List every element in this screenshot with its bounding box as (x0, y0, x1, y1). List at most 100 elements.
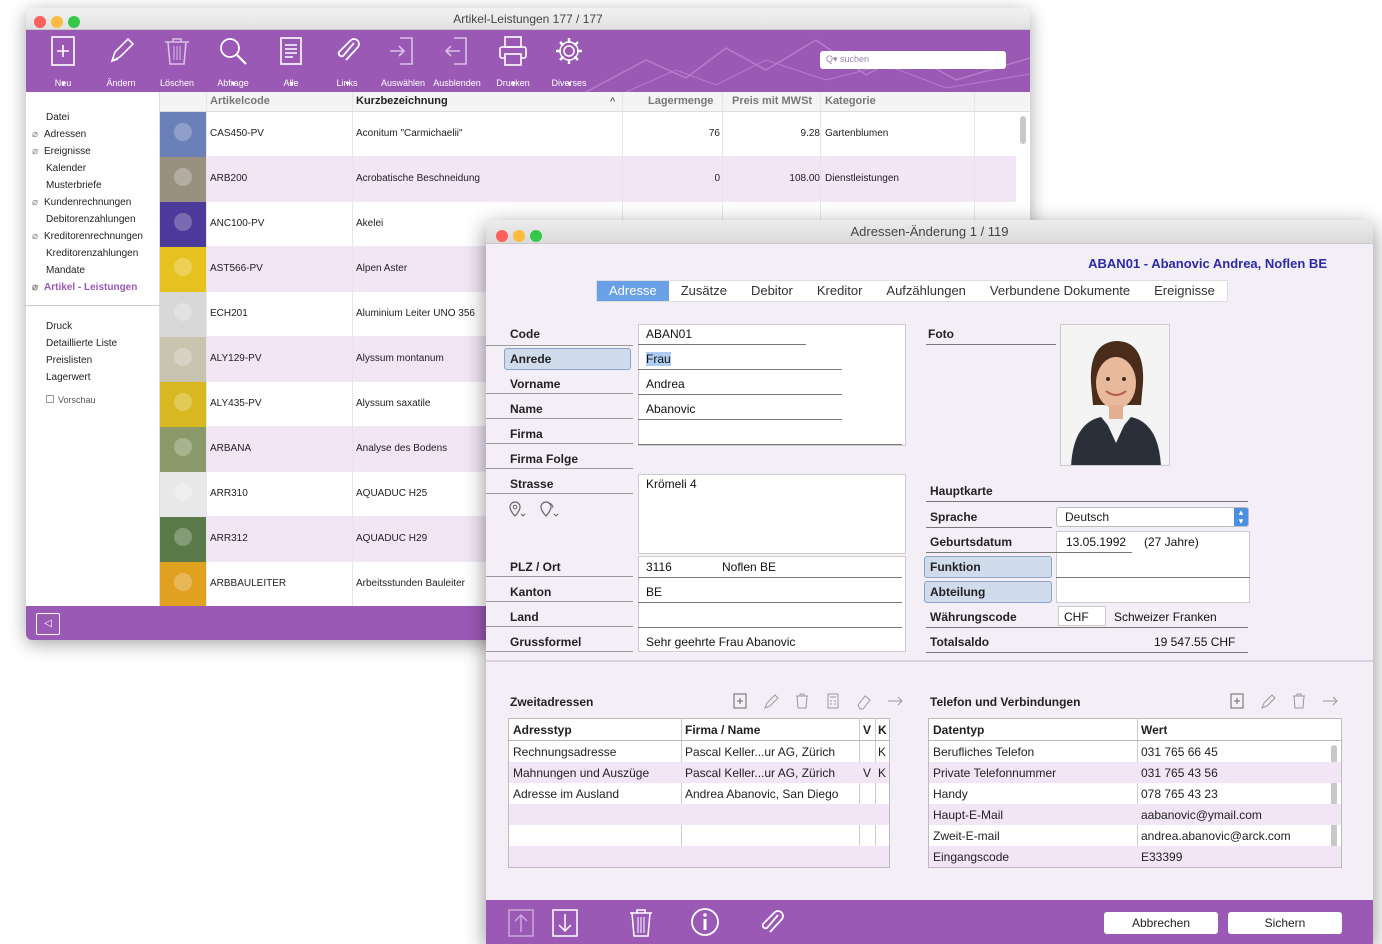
minimize-window-button[interactable] (513, 230, 525, 242)
column-header-wert[interactable]: Wert (1141, 723, 1167, 737)
sidebar-item-1[interactable]: ⌀ Adressen (32, 129, 86, 140)
edit-icon[interactable] (1259, 692, 1277, 710)
list-item[interactable]: Adresse im Ausland Andrea Abanovic, San D… (509, 783, 889, 804)
column-header-artikelcode[interactable]: Artikelcode (210, 95, 270, 107)
table-row[interactable]: ARB200 Acrobatische Beschneidung 0 108.00 Di… (160, 157, 1016, 202)
column-header-v[interactable]: V (863, 723, 871, 737)
geburtsdatum-field[interactable]: 13.05.1992 (1066, 535, 1126, 549)
add-icon[interactable] (731, 692, 749, 710)
list-item[interactable]: Berufliches Telefon 031 765 66 45 (929, 741, 1341, 762)
tab-debitor[interactable]: Debitor (739, 281, 805, 301)
waehrung-code-field[interactable]: CHF (1064, 610, 1089, 624)
upload-icon[interactable] (506, 906, 536, 938)
list-item[interactable] (509, 825, 889, 846)
arrow-right-icon[interactable] (886, 692, 904, 710)
report-item-2[interactable]: Preislisten (46, 355, 92, 366)
code-field[interactable]: ABAN01 (646, 327, 692, 341)
save-button[interactable]: Sichern (1228, 912, 1342, 934)
sidebar-item-7[interactable]: ⌀ Kreditorenrechnungen (32, 231, 143, 242)
report-item-1[interactable]: Detaillierte Liste (46, 338, 117, 349)
search-input[interactable]: Q▾ suchen (820, 51, 1006, 69)
grussformel-field[interactable]: Sehr geehrte Frau Abanovic (646, 635, 795, 649)
sidebar-item-2[interactable]: ⌀ Ereignisse (32, 146, 91, 157)
sidebar-item-9[interactable]: Mandate (46, 265, 85, 276)
tab-ereignisse[interactable]: Ereignisse (1142, 281, 1227, 301)
column-header-datentyp[interactable]: Datentyp (933, 723, 984, 737)
tab-verbundene-dokumente[interactable]: Verbundene Dokumente (978, 281, 1142, 301)
eraser-icon[interactable] (855, 692, 873, 710)
list-item[interactable]: Zweit-E-mail andrea.abanovic@arck.com (929, 825, 1341, 846)
sidebar-item-5[interactable]: ⌀ Kundenrechnungen (32, 197, 131, 208)
close-window-button[interactable] (34, 16, 46, 28)
toolbar-button-8[interactable]: ▼ Drucken (486, 34, 540, 88)
minimize-window-button[interactable] (51, 16, 63, 28)
column-header-k[interactable]: K (878, 723, 887, 737)
zoom-window-button[interactable] (68, 16, 80, 28)
column-header-lagermenge[interactable]: Lagermenge (648, 95, 713, 107)
toolbar-button-7[interactable]: Ausblenden (430, 34, 484, 88)
cancel-button[interactable]: Abbrechen (1104, 912, 1218, 934)
tab-adresse[interactable]: Adresse (597, 281, 669, 301)
sidebar-item-8[interactable]: Kreditorenzahlungen (46, 248, 138, 259)
toolbar-button-0[interactable]: ▼ Neu (36, 34, 90, 88)
arrow-right-icon[interactable] (1321, 692, 1339, 710)
tab-kreditor[interactable]: Kreditor (805, 281, 875, 301)
close-window-button[interactable] (496, 230, 508, 242)
info-icon[interactable] (690, 906, 720, 938)
vorname-field[interactable]: Andrea (646, 377, 685, 391)
download-icon[interactable] (550, 906, 580, 938)
collapse-sidebar-button[interactable]: ◁ (36, 613, 60, 635)
toolbar-button-1[interactable]: Ändern (94, 34, 148, 88)
toolbar-button-2[interactable]: Löschen (150, 34, 204, 88)
preview-checkbox[interactable]: Vorschau (46, 395, 96, 405)
list-item[interactable]: Haupt-E-Mail aabanovic@ymail.com (929, 804, 1341, 825)
sidebar-item-10[interactable]: ⌀ Artikel - Leistungen (32, 282, 137, 293)
list-item[interactable]: Private Telefonnummer 031 765 43 56 (929, 762, 1341, 783)
list-item[interactable]: Eingangscode E33399 (929, 846, 1341, 867)
toolbar-button-5[interactable]: ▼ Links (320, 34, 374, 88)
calculator-icon[interactable] (824, 692, 842, 710)
tab-aufzählungen[interactable]: Aufzählungen (874, 281, 978, 301)
plz-field[interactable]: 3116 (646, 560, 672, 574)
route-pin-icon[interactable] (538, 500, 559, 518)
list-item[interactable]: Mahnungen und Auszüge Pascal Keller...ur … (509, 762, 889, 783)
sidebar-item-6[interactable]: Debitorenzahlungen (46, 214, 136, 225)
edit-icon[interactable] (762, 692, 780, 710)
ort-field[interactable]: Noflen BE (722, 560, 776, 574)
delete-icon[interactable] (793, 692, 811, 710)
report-item-0[interactable]: Druck (46, 321, 72, 332)
trash-icon[interactable] (626, 906, 656, 938)
list-item[interactable]: Rechnungsadresse Pascal Keller...ur AG, Z… (509, 741, 889, 762)
toolbar-button-9[interactable]: ▼ Diverses (542, 34, 596, 88)
strasse-field[interactable]: Krömeli 4 (646, 477, 697, 491)
kanton-field[interactable]: BE (646, 585, 662, 599)
paperclip-icon[interactable] (756, 906, 786, 938)
column-header-kategorie[interactable]: Kategorie (825, 95, 876, 107)
column-header-preis[interactable]: Preis mit MWSt (732, 95, 812, 107)
vertical-scrollbar[interactable] (1020, 116, 1026, 144)
map-pin-icon[interactable] (508, 500, 526, 518)
list-item[interactable]: Handy 078 765 43 23 (929, 783, 1341, 804)
sprache-select[interactable]: Deutsch ▴ ▾ (1056, 507, 1249, 527)
table-row[interactable]: CAS450-PV Aconitum "Carmichaelii" 76 9.28 Ga… (160, 112, 1016, 157)
contact-photo[interactable] (1060, 324, 1170, 466)
sidebar-item-3[interactable]: Kalender (46, 163, 86, 174)
zoom-window-button[interactable] (530, 230, 542, 242)
tab-zusätze[interactable]: Zusätze (669, 281, 739, 301)
sidebar-item-0[interactable]: Datei (46, 112, 69, 123)
delete-icon[interactable] (1290, 692, 1308, 710)
toolbar-button-4[interactable]: ▼ Alle (264, 34, 318, 88)
list-item[interactable] (509, 804, 889, 825)
column-header-kurzbezeichnung[interactable]: Kurzbezeichnung (356, 95, 448, 107)
anrede-field[interactable]: Frau (646, 352, 671, 366)
list-item[interactable] (509, 846, 889, 867)
column-header-adresstyp[interactable]: Adresstyp (513, 723, 572, 737)
articles-window-titlebar[interactable]: Artikel-Leistungen 177 / 177 (26, 8, 1030, 30)
name-field[interactable]: Abanovic (646, 402, 695, 416)
column-header-firma-name[interactable]: Firma / Name (685, 723, 760, 737)
report-item-3[interactable]: Lagerwert (46, 372, 90, 383)
sidebar-item-4[interactable]: Musterbriefe (46, 180, 102, 191)
toolbar-button-6[interactable]: Auswählen (376, 34, 430, 88)
address-window-titlebar[interactable]: Adressen-Änderung 1 / 119 (486, 220, 1373, 244)
toolbar-button-3[interactable]: ▼ Abfrage (206, 34, 260, 88)
